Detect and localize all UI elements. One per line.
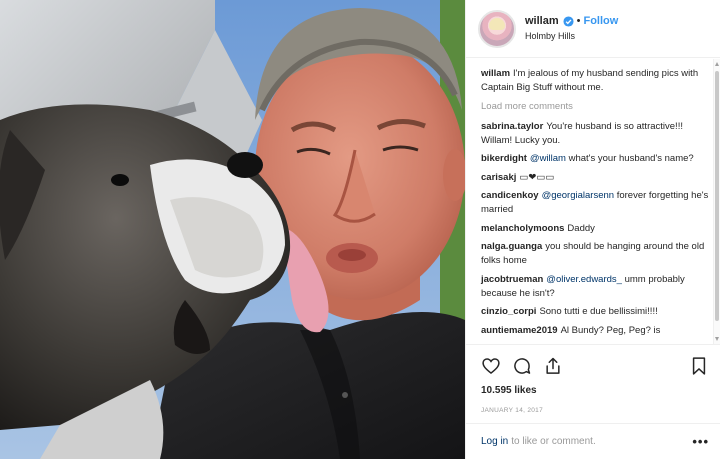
post-location[interactable]: Holmby Hills xyxy=(525,31,618,42)
comment-text: ▭❤▭▭ xyxy=(519,171,555,183)
comment-mention[interactable]: @willam xyxy=(530,153,566,164)
comment-item: bikerdight @willam what's your husband's … xyxy=(481,152,709,166)
comment-mention[interactable]: @oliver.edwards_ xyxy=(546,274,622,285)
post-date: JANUARY 14, 2017 xyxy=(481,407,544,414)
comment-item: nalga.guanga you should be hanging around… xyxy=(481,240,709,268)
verified-badge-icon xyxy=(563,16,574,27)
comment-item: carisakj ▭❤▭▭ xyxy=(481,171,709,185)
comment-text: Daddy xyxy=(567,222,595,234)
login-prompt-text: to like or comment. xyxy=(511,436,596,447)
comment-item: melancholymoons Daddy xyxy=(481,222,709,236)
post-side-panel: willam • Follow Holmby Hills willam I'm j… xyxy=(465,0,720,459)
like-count[interactable]: 10.595 likes xyxy=(481,385,709,396)
comment-item: cinzio_corpi Sono tutti e due bellissimi!… xyxy=(481,305,709,319)
comment-mention[interactable]: @georgialarsenn xyxy=(542,190,615,201)
post-username[interactable]: willam xyxy=(525,15,559,29)
more-options-icon[interactable]: ••• xyxy=(692,434,709,449)
action-icons-row xyxy=(481,355,709,377)
comment-author[interactable]: nalga.guanga xyxy=(481,241,542,252)
comment-author[interactable]: jacobtrueman xyxy=(481,274,543,285)
comment-author[interactable]: melancholymoons xyxy=(481,223,564,234)
post-header-text: willam • Follow Holmby Hills xyxy=(525,15,618,43)
comments-list[interactable]: willam I'm jealous of my husband sending … xyxy=(466,59,720,343)
post-footer: Log in to like or comment. ••• xyxy=(466,423,720,459)
comments-scrollbar[interactable] xyxy=(713,59,720,344)
comment-item: sabrina.taylor You're husband is so attra… xyxy=(481,120,709,148)
scrollbar-thumb[interactable] xyxy=(715,71,719,321)
comment-item: candicenkoy @georgialarsenn forever forge… xyxy=(481,189,709,217)
comment-item: jacobtrueman @oliver.edwards_ umm probabl… xyxy=(481,273,709,301)
bookmark-icon[interactable] xyxy=(689,356,709,376)
comment-author[interactable]: carisakj xyxy=(481,172,516,183)
post-header-top-line: willam • Follow xyxy=(525,15,618,29)
heart-icon[interactable] xyxy=(481,356,501,376)
scroll-up-arrow-icon[interactable] xyxy=(715,62,719,66)
scroll-down-arrow-icon[interactable] xyxy=(715,337,719,341)
comment-author[interactable]: auntiemame2019 xyxy=(481,325,558,336)
avatar[interactable] xyxy=(478,9,516,48)
share-arrow-icon[interactable] xyxy=(543,356,563,376)
caption-text: I'm jealous of my husband sending pics w… xyxy=(481,68,699,93)
login-link[interactable]: Log in xyxy=(481,436,508,447)
caption: willam I'm jealous of my husband sending … xyxy=(481,67,709,95)
follow-button[interactable]: Follow xyxy=(583,15,618,29)
load-more-comments-button[interactable]: Load more comments xyxy=(481,100,709,114)
comment-author[interactable]: cinzio_corpi xyxy=(481,306,536,317)
header-separator: • xyxy=(576,14,581,27)
comment-author[interactable]: sabrina.taylor xyxy=(481,121,543,132)
selfie-with-dog-image xyxy=(0,0,465,459)
comment-item: auntiemame2019 Al Bundy? Peg, Peg? is xyxy=(481,324,709,338)
caption-author[interactable]: willam xyxy=(481,68,510,79)
post-actions: 10.595 likes JANUARY 14, 2017 xyxy=(466,344,720,414)
post-photo[interactable] xyxy=(0,0,465,459)
comment-bubble-icon[interactable] xyxy=(512,356,532,376)
comment-author[interactable]: bikerdight xyxy=(481,153,527,164)
comment-text: what's your husband's name? xyxy=(568,153,694,164)
comment-text: Al Bundy? Peg, Peg? is xyxy=(560,324,661,336)
comment-text: Sono tutti e due bellissimi!!!! xyxy=(539,306,658,317)
post-header: willam • Follow Holmby Hills xyxy=(466,0,720,58)
comment-author[interactable]: candicenkoy xyxy=(481,190,539,201)
